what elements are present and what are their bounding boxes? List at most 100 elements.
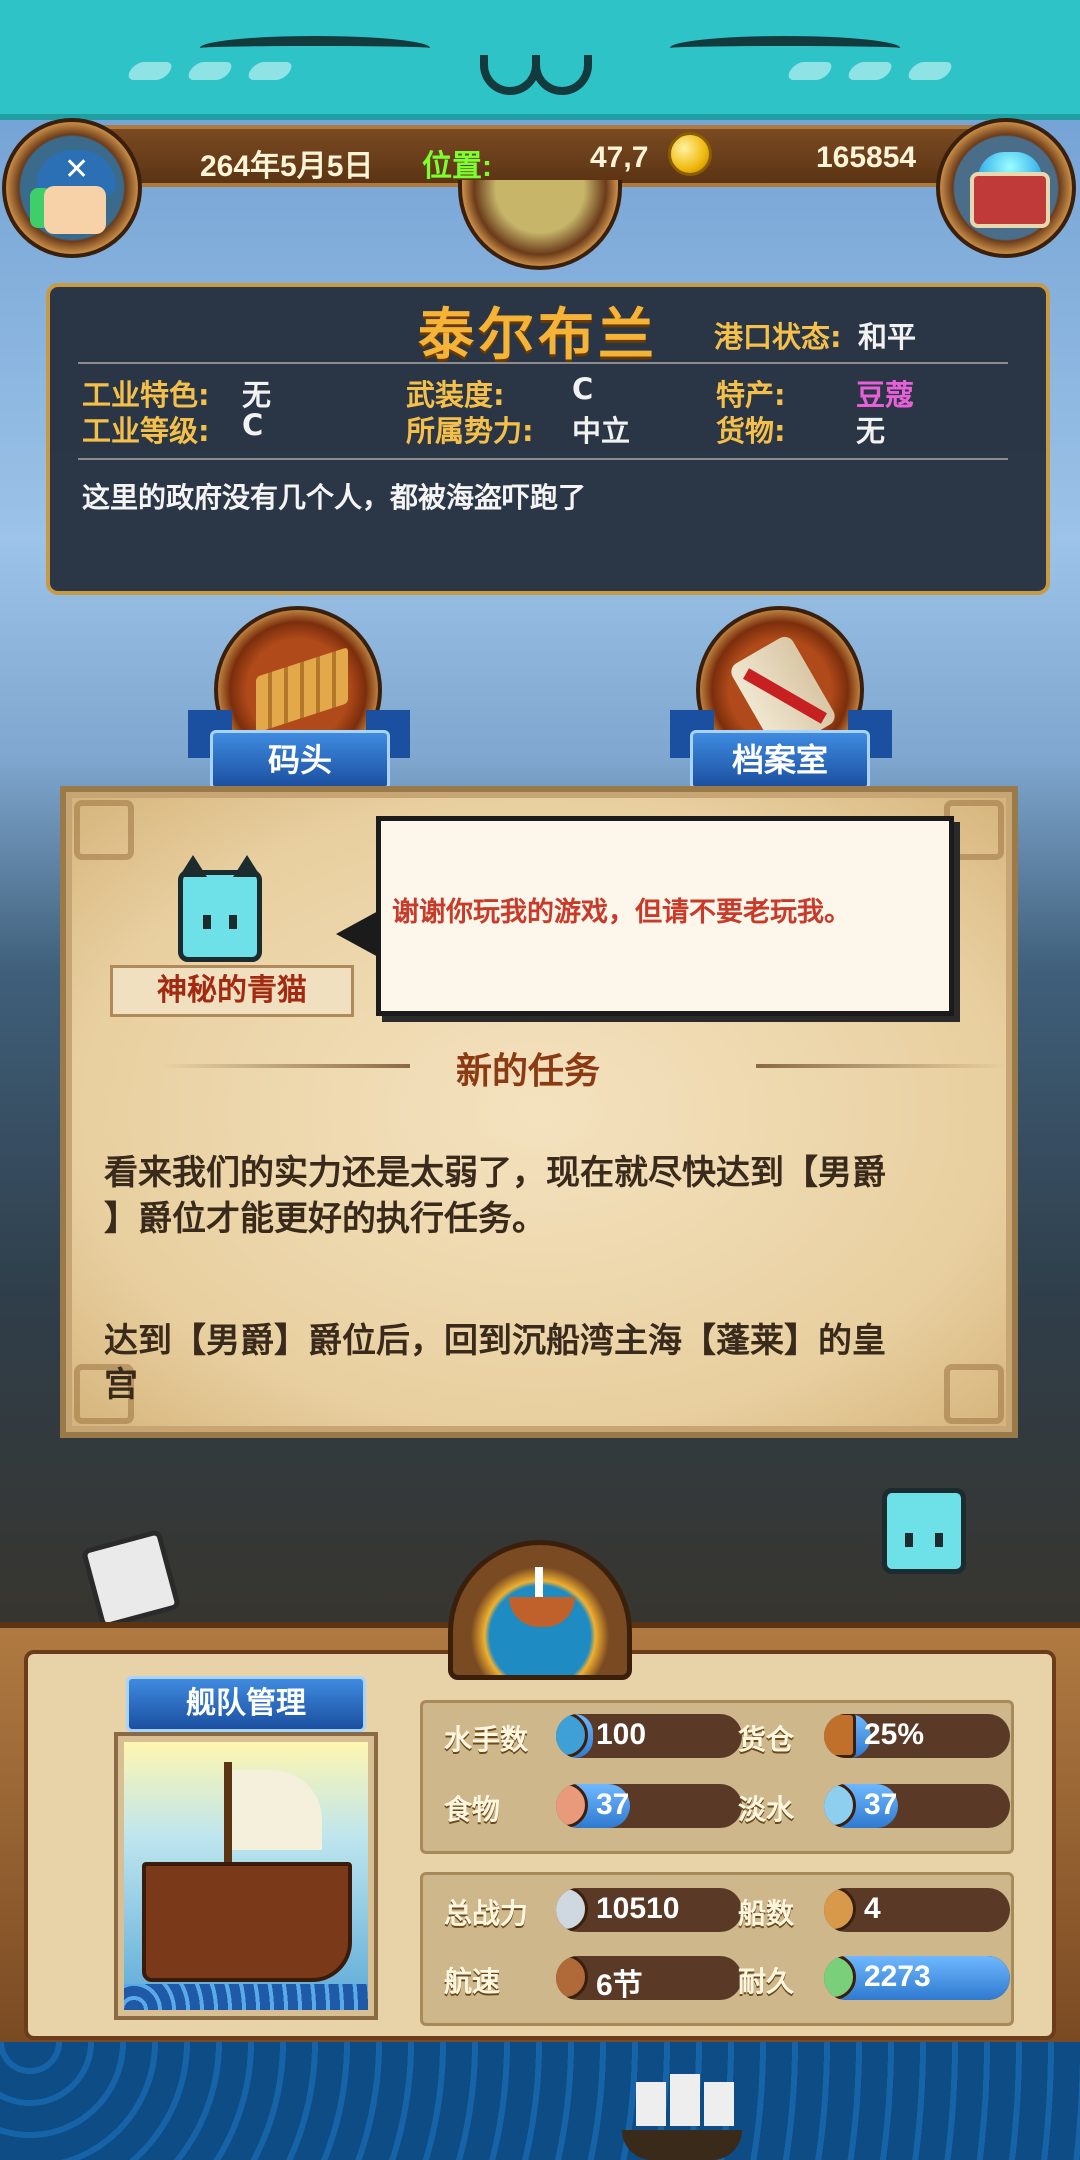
water-value: 37 xyxy=(864,1788,898,1821)
cat-mascot-icon xyxy=(882,1488,966,1574)
cat-npc-icon xyxy=(178,855,262,962)
sailors-label: 水手数 xyxy=(444,1723,529,1756)
ship-hull xyxy=(142,1862,352,1982)
ships-label: 船数 xyxy=(738,1897,795,1930)
sailors-value: 100 xyxy=(596,1718,647,1751)
corner-ornament xyxy=(74,800,134,860)
ships-value: 4 xyxy=(864,1892,881,1925)
waves xyxy=(124,1984,368,2010)
armament-value: C xyxy=(572,372,594,406)
quest-text-line: 看来我们的实力还是太弱了，现在就尽快达到【男爵 xyxy=(104,1153,886,1193)
food-label: 食物 xyxy=(444,1793,501,1826)
ship-hull xyxy=(622,2130,742,2160)
title-ornament-right xyxy=(756,1064,1006,1068)
sail-ship-icon xyxy=(824,1888,856,1932)
gold-amount: 165854 xyxy=(816,141,917,174)
banner-right-eye xyxy=(670,36,900,60)
cargo-value: 无 xyxy=(856,414,886,448)
ship-sail xyxy=(704,2082,734,2126)
quest-objective-line: 达到【男爵】爵位后，回到沉船湾主海【蓬莱】的皇 xyxy=(104,1321,886,1361)
flagship-portrait[interactable] xyxy=(118,1736,374,2016)
block-mascot-icon xyxy=(80,1528,182,1630)
position-label: 位置: xyxy=(422,150,492,183)
durability-label: 耐久 xyxy=(738,1965,795,1998)
durability-bar: 2273 xyxy=(824,1956,1010,2000)
banner-stripe xyxy=(184,62,236,80)
ship-sail xyxy=(232,1770,322,1850)
cat-eye xyxy=(935,1533,943,1547)
port-description: 这里的政府没有几个人，都被海盗吓跑了 xyxy=(82,481,587,514)
banner-stripe xyxy=(784,62,836,80)
captain-face xyxy=(44,186,106,234)
banner-mouth xyxy=(480,55,600,100)
top-cat-banner xyxy=(0,0,1080,120)
speech-bubble-tail xyxy=(336,910,380,958)
treasure-chest-button[interactable] xyxy=(936,118,1076,258)
game-date: 264年5月5日 xyxy=(200,150,374,183)
title-ornament-left xyxy=(160,1064,410,1068)
banner-stripe xyxy=(124,62,176,80)
captain-avatar-button[interactable]: ✕ xyxy=(2,118,142,258)
quest-objective-line: 宫 xyxy=(104,1365,138,1405)
world-map-button[interactable] xyxy=(458,180,622,270)
fleet-management-button[interactable]: 舰队管理 xyxy=(126,1676,366,1732)
power-label: 总战力 xyxy=(444,1897,529,1930)
treasure-chest-icon xyxy=(970,172,1050,228)
dock-label[interactable]: 码头 xyxy=(210,730,390,790)
sea-footer xyxy=(0,2042,1080,2160)
ship-mast xyxy=(224,1762,232,1872)
hold-value: 25% xyxy=(864,1718,925,1751)
port-name: 泰尔布兰 xyxy=(418,303,658,368)
cat-eye xyxy=(203,915,211,929)
cat-eye xyxy=(229,915,237,929)
status-bar: 264年5月5日 位置: 47,7 165854 xyxy=(60,125,1020,187)
banner-left-eye xyxy=(200,36,430,60)
ship-icon xyxy=(556,1956,588,2000)
faction-value: 中立 xyxy=(572,414,631,448)
industry-level-value: C xyxy=(242,408,264,442)
npc-name: 神秘的青猫 xyxy=(110,965,354,1017)
cat-ear xyxy=(233,855,261,877)
industry-level-label: 工业等级: xyxy=(82,414,210,448)
ship-sail xyxy=(670,2074,700,2126)
quest-text-line: 】爵位才能更好的执行任务。 xyxy=(104,1199,546,1239)
position-value: 47,7 xyxy=(590,141,649,174)
ship-icon xyxy=(509,1597,575,1627)
sailing-ship-icon xyxy=(622,2074,742,2160)
npc-speech: 谢谢你玩我的游戏，但请不要老玩我。 xyxy=(392,897,851,928)
divider xyxy=(78,458,1008,460)
quest-title: 新的任务 xyxy=(456,1051,601,1092)
cat-ear xyxy=(179,855,207,877)
faction-label: 所属势力: xyxy=(406,414,534,448)
power-bar: 10510 xyxy=(556,1888,742,1932)
banner-stripe xyxy=(244,62,296,80)
sailors-bar: 100 xyxy=(556,1714,742,1758)
hold-bar: 25% xyxy=(824,1714,1010,1758)
coin-icon xyxy=(668,132,712,176)
sail-button[interactable] xyxy=(448,1540,632,1680)
durability-value: 2273 xyxy=(864,1960,931,1993)
food-value: 37 xyxy=(596,1788,630,1821)
cat-eye xyxy=(905,1533,913,1547)
speed-label: 航速 xyxy=(444,1965,501,1998)
food-bar: 37 xyxy=(556,1784,742,1828)
port-state-label: 港口状态: xyxy=(714,320,842,354)
hold-label: 货仓 xyxy=(738,1723,795,1756)
ships-bar: 4 xyxy=(824,1888,1010,1932)
skull-mark-icon: ✕ xyxy=(64,152,90,187)
cargo-label: 货物: xyxy=(716,414,786,448)
sword-icon xyxy=(556,1888,588,1932)
power-value: 10510 xyxy=(596,1892,680,1925)
divider xyxy=(78,362,1008,364)
banner-stripe xyxy=(904,62,956,80)
banner-stripe xyxy=(844,62,896,80)
ship-sail xyxy=(636,2082,666,2126)
port-state-value: 和平 xyxy=(858,320,917,354)
water-bar: 37 xyxy=(824,1784,1010,1828)
water-label: 淡水 xyxy=(738,1793,795,1826)
ship-sail xyxy=(535,1567,543,1601)
crate-icon xyxy=(824,1714,856,1758)
speed-bar: 6节 xyxy=(556,1956,742,2000)
speed-value: 6节 xyxy=(596,1969,643,2000)
archive-label[interactable]: 档案室 xyxy=(690,730,870,790)
